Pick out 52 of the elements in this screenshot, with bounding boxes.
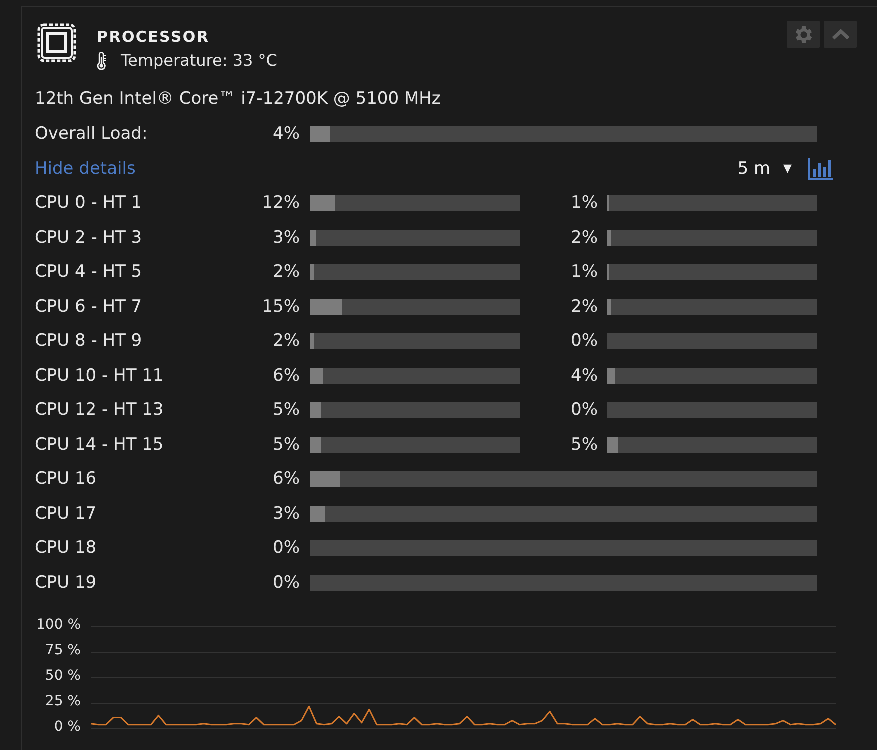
- load-reading: 2%: [273, 262, 300, 282]
- load-reading: 6%: [273, 366, 300, 386]
- load-reading: 2%: [273, 331, 300, 351]
- core-label: CPU 10 - HT 11: [35, 366, 165, 386]
- processor-model: 12th Gen Intel® Core™ i7-12700K @ 5100 MHz: [35, 89, 441, 109]
- load-reading: 4%: [571, 366, 598, 386]
- settings-button[interactable]: [787, 21, 820, 48]
- load-reading: 3%: [273, 504, 300, 524]
- load-reading: 5%: [571, 434, 598, 454]
- load-reading: 6%: [273, 469, 300, 489]
- core-label: CPU 2 - HT 3: [35, 228, 144, 248]
- core-label: CPU 8 - HT 9: [35, 331, 144, 351]
- time-range-dropdown[interactable]: 5 m ▼: [738, 158, 792, 178]
- core-label: CPU 14 - HT 15: [35, 434, 165, 454]
- load-reading: 4%: [273, 124, 300, 144]
- thermometer-icon: [97, 52, 107, 70]
- load-reading: 0%: [273, 538, 300, 558]
- axis-label: 100 %: [36, 616, 81, 633]
- hide-details-link[interactable]: Hide details: [35, 158, 136, 178]
- chevron-up-icon: [832, 29, 850, 40]
- load-reading: 0%: [571, 400, 598, 420]
- core-label: CPU 16: [35, 469, 98, 489]
- collapse-button[interactable]: [824, 21, 857, 48]
- load-reading: 0%: [273, 572, 300, 592]
- core-label: CPU 12 - HT 13: [35, 400, 165, 420]
- axis-label: 25 %: [45, 693, 81, 710]
- core-label: CPU 0 - HT 1: [35, 193, 144, 213]
- panel-title: PROCESSOR: [97, 28, 210, 47]
- core-label: CPU 4 - HT 5: [35, 262, 144, 282]
- axis-label: 75 %: [45, 642, 81, 658]
- axis-label: 0 %: [54, 718, 81, 735]
- cpu-chip-icon: [36, 22, 78, 64]
- core-label: CPU 17: [35, 504, 98, 524]
- load-reading: 15%: [262, 296, 300, 316]
- temperature-text: Temperature: 33 °C: [121, 51, 278, 71]
- core-label: CPU 19: [35, 572, 98, 592]
- load-reading: 3%: [273, 228, 300, 248]
- load-reading: 0%: [571, 331, 598, 351]
- row-label: Overall Load:: [35, 124, 149, 144]
- axis-label: 50 %: [45, 668, 81, 684]
- chart-toggle-button[interactable]: [808, 158, 833, 180]
- core-label: CPU 6 - HT 7: [35, 296, 144, 316]
- load-reading: 2%: [571, 228, 598, 248]
- core-label: CPU 18: [35, 538, 98, 558]
- gear-icon: [794, 26, 812, 44]
- load-reading: 2%: [571, 296, 598, 316]
- load-reading: 5%: [273, 400, 300, 420]
- load-reading: 12%: [262, 193, 300, 213]
- load-reading: 1%: [571, 262, 598, 282]
- load-reading: 1%: [571, 193, 598, 213]
- bar-chart-icon: [808, 158, 833, 180]
- load-reading: 5%: [273, 434, 300, 454]
